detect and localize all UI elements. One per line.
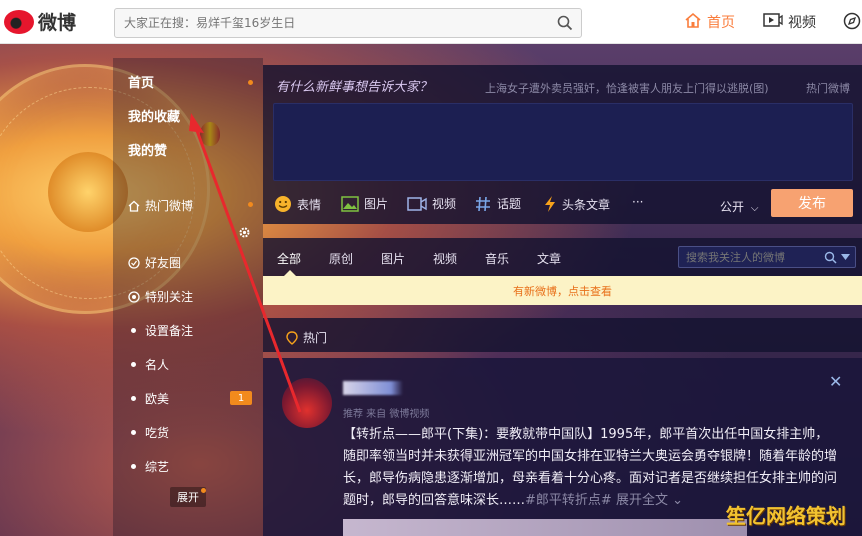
red-annotation-arrow (189, 113, 302, 413)
